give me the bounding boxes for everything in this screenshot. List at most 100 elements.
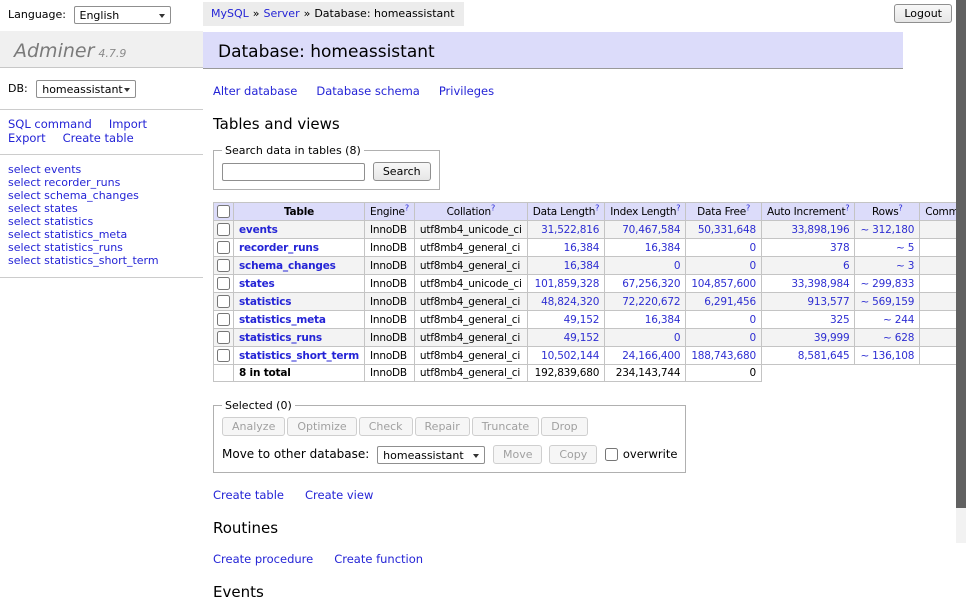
data-length-cell: 101,859,328 — [527, 275, 604, 293]
row-checkbox-cell — [214, 257, 234, 275]
column-header-auto-increment: Auto Increment? — [761, 203, 855, 221]
auto-increment-cell: 913,577 — [761, 293, 855, 311]
link-create-function[interactable]: Create function — [334, 552, 423, 566]
link-privileges[interactable]: Privileges — [439, 84, 494, 98]
sidebar-item-select-events[interactable]: select events — [8, 163, 195, 176]
total-data-free-cell: 0 — [686, 365, 762, 382]
header-checkbox-cell — [214, 203, 234, 221]
sidebar-link-sql-command[interactable]: SQL command — [8, 117, 92, 131]
breadcrumb-link-server[interactable]: Server — [264, 7, 300, 20]
breadcrumb-link-mysql[interactable]: MySQL — [211, 7, 249, 20]
sidebar-item-select-states[interactable]: select states — [8, 202, 195, 215]
sidebar-item-select-schema_changes[interactable]: select schema_changes — [8, 189, 195, 202]
collation-cell: utf8mb4_general_ci — [414, 329, 527, 347]
move-db-select[interactable]: homeassistant — [377, 446, 485, 464]
breadcrumb-current: Database: homeassistant — [314, 7, 454, 20]
copy-button[interactable]: Copy — [549, 445, 597, 464]
sidebar-item-select-recorder_runs[interactable]: select recorder_runs — [8, 176, 195, 189]
overwrite-checkbox[interactable] — [605, 448, 618, 461]
optimize-button[interactable]: Optimize — [287, 417, 356, 436]
column-header-rows: Rows? — [855, 203, 920, 221]
table-link-statistics[interactable]: statistics — [239, 296, 291, 308]
move-button[interactable]: Move — [493, 445, 543, 464]
scrollbar-thumb[interactable] — [956, 0, 966, 508]
sidebar-link-import[interactable]: Import — [109, 117, 147, 131]
truncate-button[interactable]: Truncate — [472, 417, 539, 436]
select-all-checkbox[interactable] — [217, 205, 230, 218]
table-link-states[interactable]: states — [239, 278, 275, 290]
sidebar-link-create-table[interactable]: Create table — [63, 131, 134, 145]
help-link[interactable]: ? — [491, 203, 495, 212]
collation-cell: utf8mb4_general_ci — [414, 257, 527, 275]
sidebar-link-export[interactable]: Export — [8, 131, 46, 145]
drop-button[interactable]: Drop — [541, 417, 587, 436]
rows-cell: ~ 5 — [855, 239, 920, 257]
help-link[interactable]: ? — [845, 203, 849, 212]
db-select[interactable]: homeassistant — [36, 80, 136, 98]
table-link-statistics_short_term[interactable]: statistics_short_term — [239, 350, 359, 362]
table-link-statistics_runs[interactable]: statistics_runs — [239, 332, 322, 344]
table-link-schema_changes[interactable]: schema_changes — [239, 260, 336, 272]
sidebar-item-select-statistics[interactable]: select statistics — [8, 215, 195, 228]
search-button[interactable]: Search — [373, 162, 431, 181]
analyze-button[interactable]: Analyze — [222, 417, 285, 436]
index-length-cell: 70,467,584 — [605, 221, 686, 239]
row-checkbox[interactable] — [217, 259, 230, 272]
routines-links: Create procedure Create function — [213, 552, 903, 566]
help-link[interactable]: ? — [899, 203, 903, 212]
logout-button[interactable]: Logout — [894, 4, 952, 23]
check-button[interactable]: Check — [359, 417, 413, 436]
row-checkbox-cell — [214, 221, 234, 239]
search-legend: Search data in tables (8) — [222, 144, 364, 157]
search-input[interactable] — [222, 163, 365, 181]
engine-cell: InnoDB — [365, 311, 415, 329]
sidebar-action-row: SQL command Import — [8, 117, 195, 131]
help-marker: ? — [405, 203, 409, 212]
language-select-value: English — [80, 9, 120, 22]
engine-cell: InnoDB — [365, 257, 415, 275]
total-collation-cell: utf8mb4_general_ci — [414, 365, 527, 382]
data-free-cell: 6,291,456 — [686, 293, 762, 311]
sidebar-item-select-statistics_runs[interactable]: select statistics_runs — [8, 241, 195, 254]
table-row: statistics_metaInnoDButf8mb4_general_ci4… — [214, 311, 966, 329]
repair-button[interactable]: Repair — [415, 417, 470, 436]
page-scrollbar[interactable] — [956, 0, 966, 543]
row-checkbox-cell — [214, 329, 234, 347]
link-create-view[interactable]: Create view — [305, 488, 373, 502]
table-row: schema_changesInnoDButf8mb4_general_ci16… — [214, 257, 966, 275]
row-checkbox[interactable] — [217, 331, 230, 344]
link-database-schema[interactable]: Database schema — [316, 84, 419, 98]
link-alter-database[interactable]: Alter database — [213, 84, 297, 98]
breadcrumb-separator: » — [304, 7, 311, 20]
row-checkbox[interactable] — [217, 223, 230, 236]
app-title[interactable]: Adminer — [14, 40, 94, 62]
help-link[interactable]: ? — [595, 203, 599, 212]
tables-and-views-heading: Tables and views — [213, 115, 903, 133]
help-link[interactable]: ? — [676, 203, 680, 212]
row-checkbox[interactable] — [217, 277, 230, 290]
row-checkbox[interactable] — [217, 349, 230, 362]
row-checkbox[interactable] — [217, 295, 230, 308]
data-free-cell: 0 — [686, 257, 762, 275]
help-link[interactable]: ? — [405, 203, 409, 212]
total-index-length-cell: 234,143,744 — [605, 365, 686, 382]
table-name-cell: states — [234, 275, 365, 293]
row-checkbox-cell — [214, 239, 234, 257]
table-link-statistics_meta[interactable]: statistics_meta — [239, 314, 326, 326]
move-db-select-value: homeassistant — [383, 449, 464, 462]
logout-area: Logout — [894, 4, 952, 23]
help-marker: ? — [746, 203, 750, 212]
sidebar-item-select-statistics_meta[interactable]: select statistics_meta — [8, 228, 195, 241]
row-checkbox-cell — [214, 293, 234, 311]
row-checkbox[interactable] — [217, 241, 230, 254]
table-link-events[interactable]: events — [239, 224, 278, 236]
sidebar-item-select-statistics_short_term[interactable]: select statistics_short_term — [8, 254, 195, 267]
row-checkbox[interactable] — [217, 313, 230, 326]
table-link-recorder_runs[interactable]: recorder_runs — [239, 242, 319, 254]
link-create-table[interactable]: Create table — [213, 488, 284, 502]
data-length-cell: 10,502,144 — [527, 347, 604, 365]
language-select[interactable]: English — [74, 6, 171, 24]
link-create-procedure[interactable]: Create procedure — [213, 552, 313, 566]
help-link[interactable]: ? — [746, 203, 750, 212]
auto-increment-cell: 378 — [761, 239, 855, 257]
